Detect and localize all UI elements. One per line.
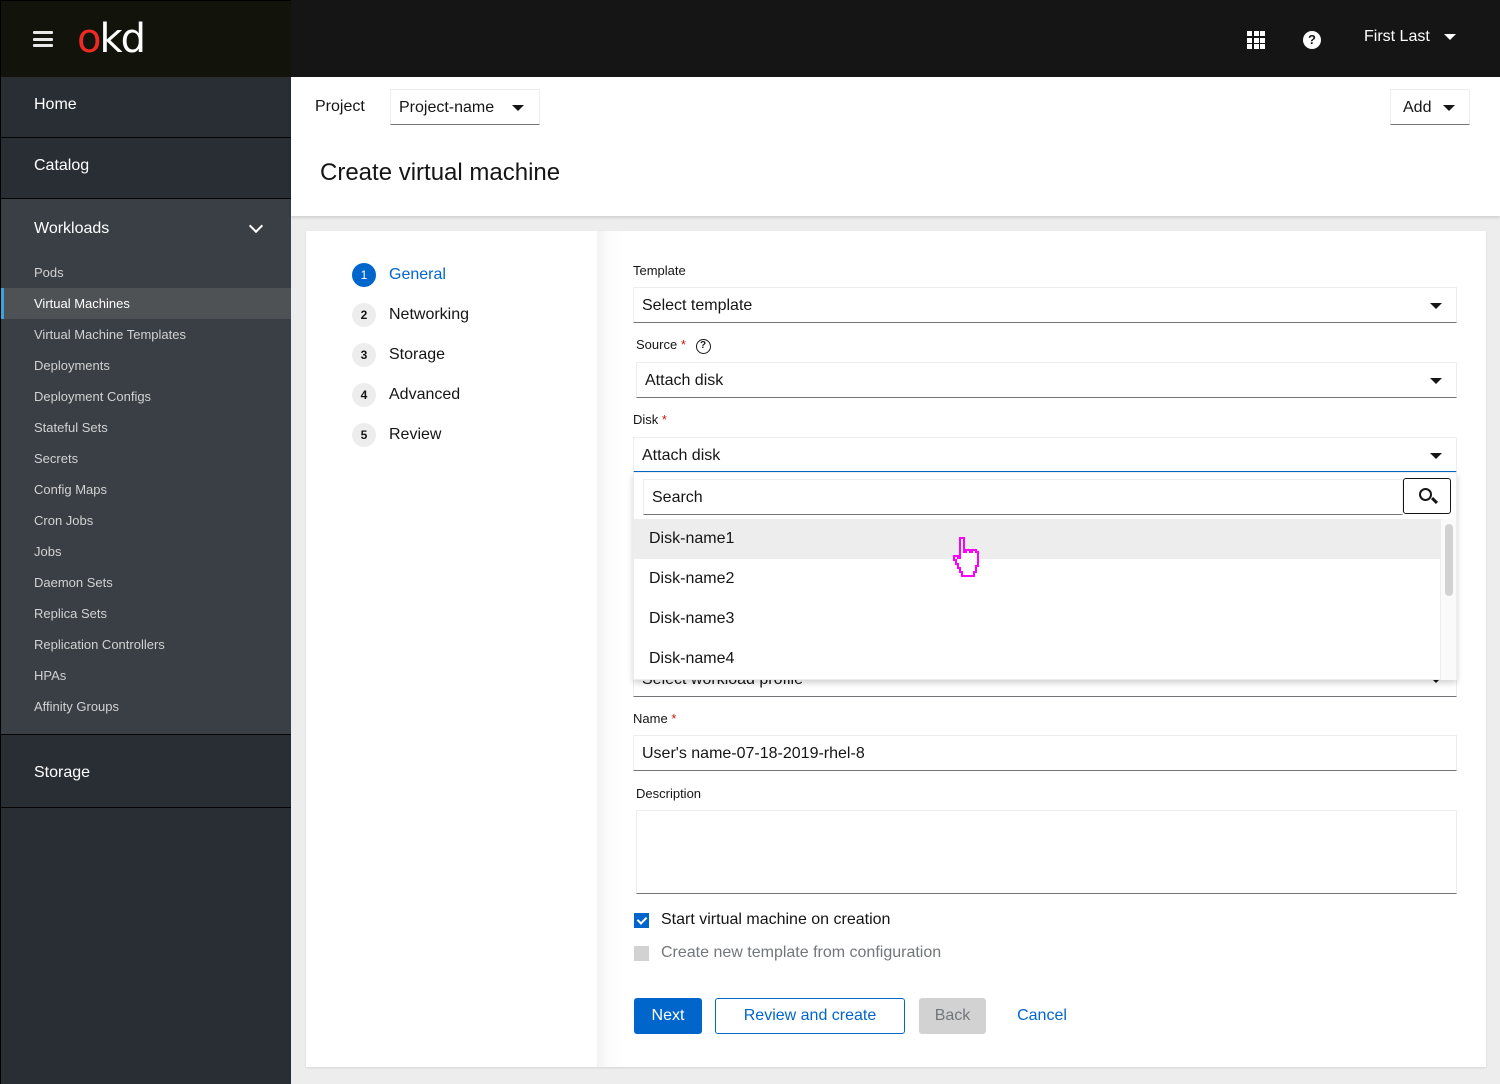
- sidebar-item-virtual-machine-templates[interactable]: Virtual Machine Templates: [1, 319, 291, 350]
- caret-down-icon: [1443, 105, 1455, 111]
- template-select[interactable]: Select template: [633, 287, 1457, 323]
- scrollbar[interactable]: [1440, 519, 1456, 680]
- create-template-checkbox: [634, 945, 649, 961]
- masthead: okd ? First Last: [0, 0, 1500, 77]
- caret-down-icon: [1430, 303, 1442, 309]
- sidebar-item-hpas[interactable]: HPAs: [1, 660, 291, 691]
- caret-down-icon: [1443, 34, 1456, 40]
- sidebar-item-affinity-groups[interactable]: Affinity Groups: [1, 691, 291, 722]
- sidebar-item-config-maps[interactable]: Config Maps: [1, 474, 291, 505]
- required-asterisk: *: [661, 412, 667, 427]
- review-and-create-button[interactable]: Review and create: [715, 998, 905, 1034]
- start-vm-checkbox[interactable]: [634, 912, 649, 928]
- help-icon[interactable]: ?: [1303, 31, 1321, 49]
- wizard-step-general[interactable]: 1 General: [352, 263, 446, 287]
- sidebar: Home Catalog Workloads Pods Virtual Mach…: [0, 77, 291, 1084]
- workloads-submenu: Pods Virtual Machines Virtual Machine Te…: [1, 257, 291, 722]
- sidebar-item-stateful-sets[interactable]: Stateful Sets: [1, 412, 291, 443]
- help-question-icon[interactable]: ?: [695, 339, 711, 354]
- wizard-step-review[interactable]: 5 Review: [352, 423, 441, 447]
- back-button: Back: [919, 998, 986, 1034]
- hamburger-menu-icon[interactable]: [33, 31, 53, 47]
- wizard-step-advanced[interactable]: 4 Advanced: [352, 383, 460, 407]
- wizard-step-storage[interactable]: 3 Storage: [352, 343, 445, 367]
- page-title: Create virtual machine: [320, 159, 561, 186]
- sidebar-item-pods[interactable]: Pods: [1, 257, 291, 288]
- sidebar-item-replication-controllers[interactable]: Replication Controllers: [1, 629, 291, 660]
- sidebar-item-daemon-sets[interactable]: Daemon Sets: [1, 567, 291, 598]
- hand-pointer-cursor-icon: [953, 537, 979, 577]
- scrollbar-thumb[interactable]: [1445, 524, 1453, 596]
- wizard-nav: 1 General 2 Networking 3 Storage 4 Advan…: [306, 231, 597, 1067]
- page-header: Project Project-name Add Create virtual …: [291, 77, 1500, 216]
- name-label: Name *: [633, 711, 677, 726]
- caret-down-icon: [512, 105, 524, 111]
- disk-option[interactable]: Disk-name2: [634, 559, 1440, 599]
- add-dropdown-button[interactable]: Add: [1390, 89, 1470, 125]
- description-label: Description: [636, 786, 702, 801]
- sidebar-item-replica-sets[interactable]: Replica Sets: [1, 598, 291, 629]
- user-name: First Last: [1364, 28, 1430, 45]
- project-label: Project: [315, 98, 365, 115]
- next-button[interactable]: Next: [634, 998, 702, 1034]
- okd-logo[interactable]: okd: [77, 17, 146, 61]
- source-select[interactable]: Attach disk: [636, 362, 1457, 398]
- template-label: Template: [633, 263, 686, 278]
- caret-down-icon: [1430, 378, 1442, 384]
- sidebar-item-catalog[interactable]: Catalog: [1, 138, 291, 199]
- disk-options-list: Disk-name1 Disk-name2 Disk-name3 Disk-na…: [634, 519, 1440, 680]
- sidebar-item-workloads[interactable]: Workloads: [34, 199, 291, 257]
- required-asterisk: *: [671, 711, 677, 726]
- sidebar-item-cron-jobs[interactable]: Cron Jobs: [1, 505, 291, 536]
- sidebar-item-deployments[interactable]: Deployments: [1, 350, 291, 381]
- source-label: Source * ?: [636, 337, 711, 354]
- create-template-checkbox-row: Create new template from configuration: [634, 944, 941, 962]
- name-input[interactable]: User's name-07-18-2019-rhel-8: [633, 735, 1457, 771]
- app-launcher-grid-icon[interactable]: [1247, 31, 1265, 49]
- sidebar-item-virtual-machines[interactable]: Virtual Machines: [1, 288, 291, 319]
- description-textarea[interactable]: [636, 810, 1457, 894]
- sidebar-item-deployment-configs[interactable]: Deployment Configs: [1, 381, 291, 412]
- disk-option[interactable]: Disk-name4: [634, 639, 1440, 679]
- sidebar-section-workloads: Workloads Pods Virtual Machines Virtual …: [1, 199, 291, 735]
- start-vm-checkbox-row[interactable]: Start virtual machine on creation: [634, 911, 890, 929]
- brand-area: okd: [0, 0, 291, 77]
- cancel-button[interactable]: Cancel: [1004, 998, 1080, 1034]
- sidebar-item-storage[interactable]: Storage: [1, 735, 291, 808]
- disk-search-input[interactable]: Search: [643, 479, 1403, 515]
- user-menu[interactable]: First Last: [1364, 28, 1456, 46]
- disk-option[interactable]: Disk-name1: [634, 519, 1440, 559]
- search-button[interactable]: [1403, 478, 1451, 514]
- caret-down-icon: [1430, 453, 1442, 459]
- wizard-step-networking[interactable]: 2 Networking: [352, 303, 469, 327]
- disk-select[interactable]: Attach disk: [633, 437, 1457, 473]
- disk-dropdown-menu: Search Disk-name1 Disk-name2 Disk-name3 …: [633, 472, 1457, 680]
- disk-label: Disk *: [633, 412, 667, 427]
- sidebar-item-home[interactable]: Home: [1, 77, 291, 138]
- chevron-down-icon: [248, 218, 264, 234]
- required-asterisk: *: [680, 337, 686, 352]
- sidebar-item-jobs[interactable]: Jobs: [1, 536, 291, 567]
- project-select[interactable]: Project-name: [390, 89, 540, 125]
- disk-option[interactable]: Disk-name3: [634, 599, 1440, 639]
- sidebar-item-secrets[interactable]: Secrets: [1, 443, 291, 474]
